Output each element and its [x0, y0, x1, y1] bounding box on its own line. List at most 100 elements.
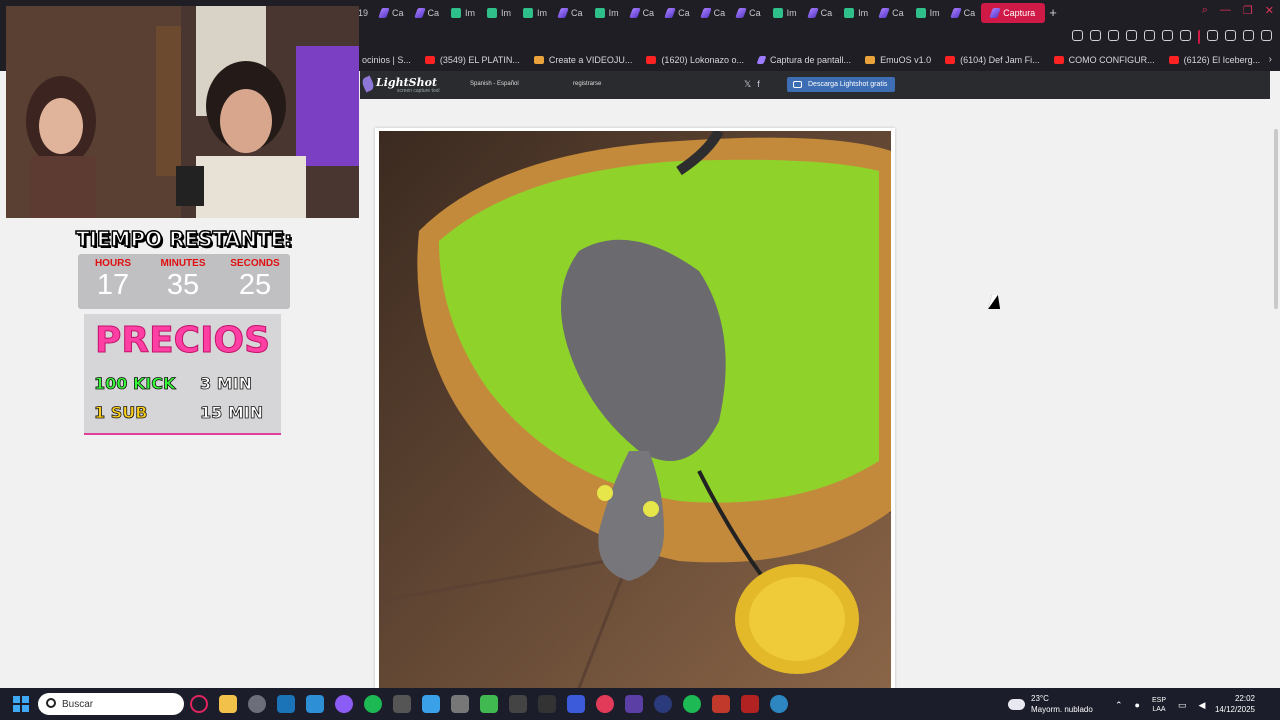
new-tab-button[interactable]: +: [1049, 5, 1057, 20]
browser-tab[interactable]: Ca: [625, 3, 661, 23]
shield-app-icon[interactable]: [567, 695, 585, 713]
seconds-label: SECONDS: [230, 258, 280, 269]
minutes-value: 35: [166, 269, 200, 301]
browser-tab[interactable]: Im: [589, 3, 625, 23]
image-icon: [915, 7, 926, 18]
bookmark-item[interactable]: (1620) Lokonazo o...: [646, 55, 744, 65]
twitter-icon[interactable]: 𝕏: [744, 79, 751, 90]
volume-icon[interactable]: ◀: [1199, 700, 1206, 711]
chrome-icon[interactable]: [248, 695, 266, 713]
screenshot-icon[interactable]: [1108, 30, 1119, 41]
network-icon[interactable]: ▭: [1178, 700, 1187, 711]
page-scrollbar[interactable]: [1270, 99, 1280, 688]
spotify-icon[interactable]: [364, 695, 382, 713]
facebook-icon[interactable]: f: [757, 79, 760, 90]
spotify2-icon[interactable]: [683, 695, 701, 713]
brave-icon[interactable]: [741, 695, 759, 713]
chevron-up-icon[interactable]: ⌃: [1115, 700, 1123, 711]
shield-icon[interactable]: [1126, 30, 1137, 41]
menu-icon[interactable]: [1261, 30, 1272, 41]
tab-label: Captura: [1003, 7, 1036, 18]
browser-tab[interactable]: Ca: [374, 3, 410, 23]
browser-tab[interactable]: Im: [481, 3, 517, 23]
opera-icon[interactable]: [190, 695, 208, 713]
bookmark-item[interactable]: (3549) EL PLATIN...: [424, 55, 520, 65]
scrollbar-thumb[interactable]: [1274, 129, 1278, 309]
bookmark-label: ocinios | S...: [362, 55, 411, 65]
clock-time: 22:02: [1234, 694, 1255, 703]
app7-icon[interactable]: [654, 695, 672, 713]
microphone-icon[interactable]: ●: [1135, 700, 1140, 710]
security-icon[interactable]: [306, 695, 324, 713]
browser-tab[interactable]: Im: [767, 3, 803, 23]
heart-icon[interactable]: [1180, 30, 1191, 41]
browser-tab[interactable]: Ca: [874, 3, 910, 23]
maximize-button[interactable]: ❐: [1243, 4, 1253, 17]
start-button[interactable]: [13, 696, 29, 712]
app6-icon[interactable]: [625, 695, 643, 713]
minimize-button[interactable]: —: [1220, 4, 1231, 17]
bookmark-item[interactable]: Create a VIDEOJU...: [533, 55, 632, 65]
pin-icon[interactable]: [1090, 30, 1101, 41]
tab-label: Im: [537, 7, 548, 18]
browser-tab[interactable]: Im: [838, 3, 874, 23]
bookmarks-more-button[interactable]: ›: [1269, 54, 1272, 65]
extensions-icon[interactable]: [1207, 30, 1218, 41]
browser-tab[interactable]: Ca: [410, 3, 446, 23]
lightshot-feather-icon: [378, 7, 390, 18]
tab-label: Ca: [820, 7, 833, 18]
browser-tab[interactable]: Ca: [696, 3, 732, 23]
bookmark-item[interactable]: (6126) El Iceberg...: [1168, 55, 1260, 65]
search-placeholder: Buscar: [62, 698, 94, 710]
app3-icon[interactable]: [480, 695, 498, 713]
browser-tab[interactable]: Ca: [731, 3, 767, 23]
app8-icon[interactable]: [712, 695, 730, 713]
tab-captura-active[interactable]: Captura: [981, 2, 1046, 23]
clock[interactable]: 22:02 14/12/2025: [1215, 693, 1255, 715]
register-link[interactable]: registrarse: [573, 81, 601, 87]
minutes-label: MINUTES: [160, 258, 206, 269]
bookmark-item[interactable]: Captura de pantall...: [756, 55, 851, 65]
timer-minutes: MINUTES 35: [148, 258, 218, 300]
browser-tab[interactable]: Ca: [946, 3, 982, 23]
folder-icon[interactable]: [219, 695, 237, 713]
bookmark-item[interactable]: (6104) Def Jam Fi...: [945, 55, 1040, 65]
steam-icon[interactable]: [277, 695, 295, 713]
timer-title: TIEMPO RESTANTE:: [75, 226, 293, 252]
cat-photo[interactable]: [379, 131, 891, 688]
globe-icon[interactable]: [770, 695, 788, 713]
search-tabs-icon[interactable]: ⌕: [1202, 4, 1208, 17]
download-icon[interactable]: [1243, 30, 1254, 41]
app-icon[interactable]: [393, 695, 411, 713]
app4-icon[interactable]: [538, 695, 556, 713]
screen: 19 Ca Ca Im Im Im Ca Im Ca Ca Ca Ca Im Ca Im Ca Im Ca Cap…: [0, 0, 1280, 720]
taskbar-search[interactable]: Buscar: [38, 693, 184, 715]
bookmark-item[interactable]: ocinios | S...: [362, 55, 411, 65]
browser-tab[interactable]: Im: [910, 3, 946, 23]
browser-tab[interactable]: Im: [517, 3, 553, 23]
app2-icon[interactable]: [451, 695, 469, 713]
lightshot-feather-icon: [664, 7, 676, 18]
play-icon[interactable]: [1162, 30, 1173, 41]
browser-tab[interactable]: Ca: [660, 3, 696, 23]
tab-label: Ca: [749, 7, 761, 18]
app5-icon[interactable]: [596, 695, 614, 713]
bookmark-item[interactable]: COMO CONFIGUR...: [1053, 55, 1155, 65]
zoom-icon[interactable]: [1072, 30, 1083, 41]
close-button[interactable]: ✕: [1265, 4, 1274, 17]
view-icon[interactable]: [1144, 30, 1155, 41]
bookmark-item[interactable]: EmuOS v1.0: [865, 55, 931, 65]
site-icon: [865, 56, 876, 64]
browser-tab[interactable]: Ca: [803, 3, 839, 23]
language-indicator[interactable]: ESP LAA: [1152, 696, 1166, 714]
weather-widget[interactable]: 23°C Mayorm. nublado: [1005, 693, 1093, 715]
browser-tab[interactable]: Im: [445, 3, 481, 23]
notepad-icon[interactable]: [422, 695, 440, 713]
language-selector[interactable]: Spanish - Español: [470, 81, 519, 87]
car-icon[interactable]: [509, 695, 527, 713]
discord-icon[interactable]: [335, 695, 353, 713]
browser-tab[interactable]: Ca: [553, 3, 589, 23]
profile-icon[interactable]: [1225, 30, 1236, 41]
download-lightshot-button[interactable]: Descarga Lightshot gratis: [787, 77, 895, 92]
windows-taskbar: Buscar 23°C Mayorm. nublado ⌃ ● ESP LAA …: [0, 688, 1280, 720]
